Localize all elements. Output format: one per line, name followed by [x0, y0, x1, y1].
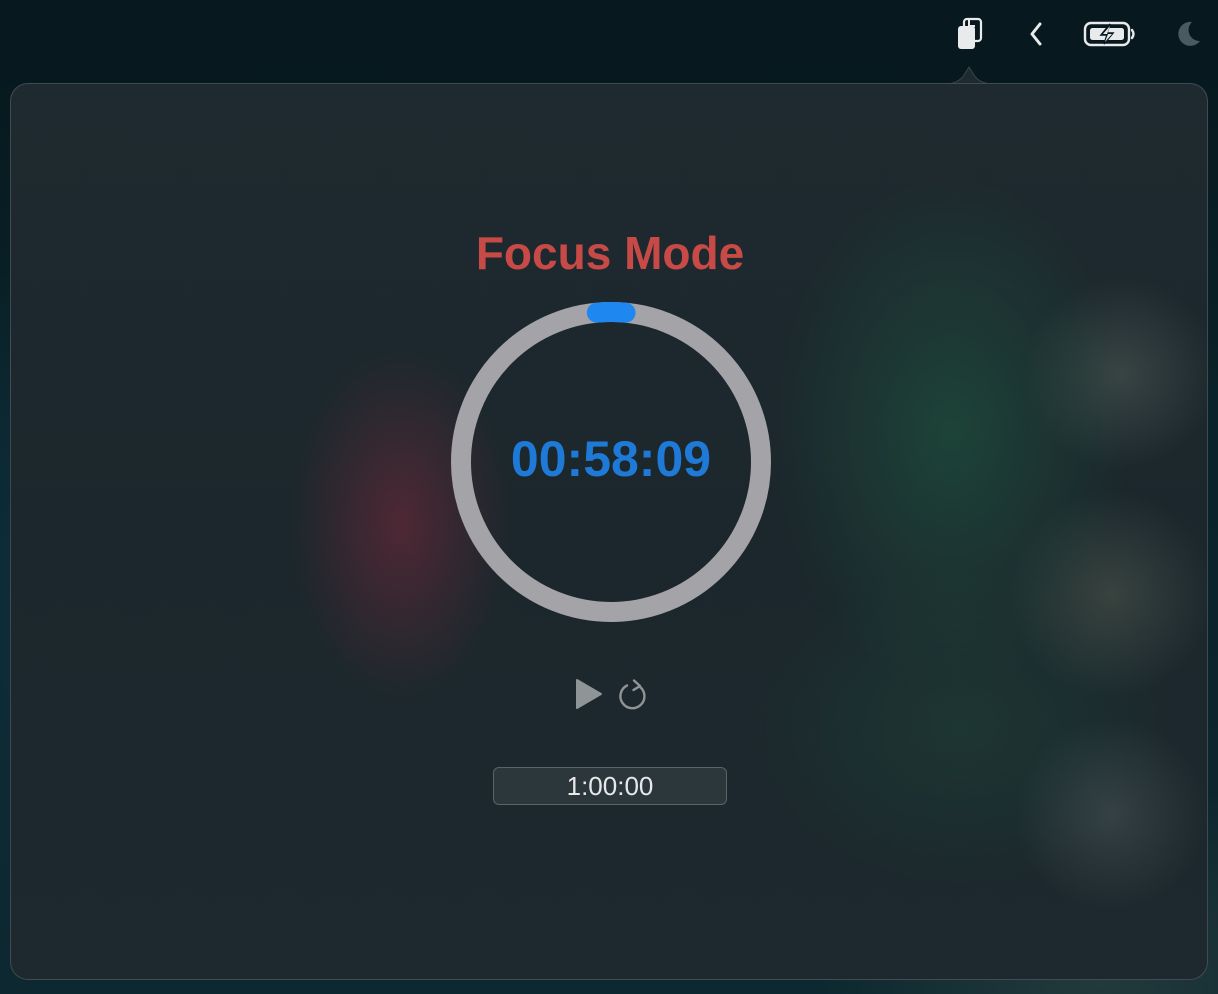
reset-icon [619, 679, 646, 710]
reset-button[interactable] [615, 678, 651, 714]
timer-title: Focus Mode [475, 227, 745, 279]
duration-field[interactable]: 1:00:00 [493, 767, 727, 805]
popover-arrow [944, 66, 994, 85]
timer-controls [559, 674, 663, 716]
battery-charging-icon[interactable] [1080, 14, 1140, 54]
focus-timer-popover: Focus Mode 00:58:09 1:00:00 [10, 83, 1208, 980]
moon-icon[interactable] [1168, 14, 1208, 54]
clipboard-icon[interactable] [950, 14, 990, 54]
play-icon [576, 679, 602, 709]
time-remaining: 00:58:09 [510, 431, 712, 487]
chevron-left-icon[interactable] [1018, 14, 1054, 54]
play-button[interactable] [567, 674, 607, 714]
menu-bar [0, 0, 1218, 68]
